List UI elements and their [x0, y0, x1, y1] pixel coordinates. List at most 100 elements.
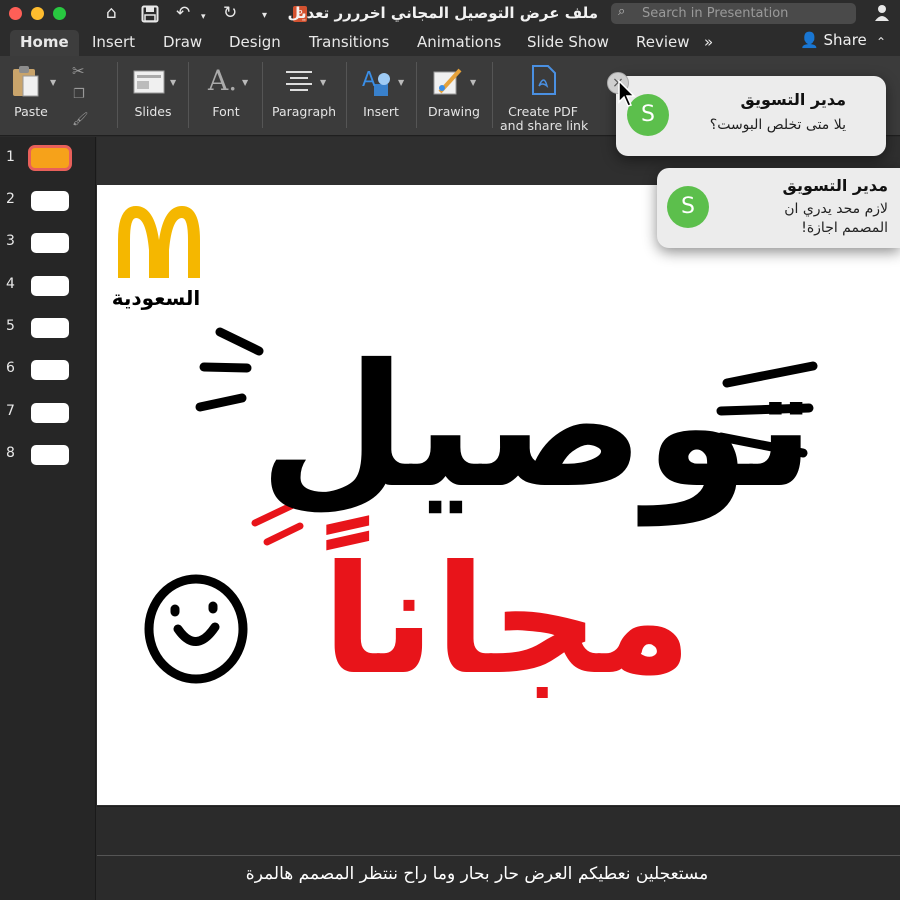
slide-number: 2: [6, 191, 15, 207]
sender-avatar: S: [667, 186, 709, 228]
tab-design[interactable]: Design: [229, 33, 281, 51]
slides-button[interactable]: ▼ Slides: [126, 56, 180, 136]
slide-thumbnail[interactable]: [31, 233, 69, 253]
notification-sender: مدير التسويق: [740, 90, 846, 109]
ribbon-tabs: Home Insert Draw Design Transitions Anim…: [0, 28, 900, 56]
drawing-label: Drawing: [428, 104, 480, 119]
slide-thumbnail[interactable]: [31, 445, 69, 465]
tab-animations[interactable]: Animations: [417, 33, 501, 51]
notification-message: لازم محد يدري ان المصمم اجازة!: [784, 200, 888, 238]
search-icon: ⌕: [618, 4, 626, 19]
paragraph-menu-chevron-icon[interactable]: ▼: [320, 78, 326, 87]
undo-icon[interactable]: ↶: [176, 3, 190, 23]
slide-number: 8: [6, 445, 15, 461]
slide-thumbnail[interactable]: [31, 318, 69, 338]
copy-icon[interactable]: ❐: [73, 87, 85, 102]
paragraph-align-icon: [286, 71, 312, 91]
drawing-menu-chevron-icon[interactable]: ▼: [470, 78, 476, 87]
slide-number: 1: [6, 149, 15, 165]
mouse-cursor-icon: [618, 80, 636, 107]
drawing-icon: [433, 68, 462, 95]
smiley-face-icon: [144, 574, 248, 684]
ribbon-separator: [346, 62, 347, 128]
ribbon-separator: [117, 62, 118, 128]
notification-message-line2: المصمم اجازة!: [801, 220, 888, 236]
font-label: Font: [212, 104, 240, 119]
format-painter-icon[interactable]: 🖌: [72, 112, 89, 127]
insert-label: Insert: [363, 104, 399, 119]
caption-text: مستعجلين نعطيكم العرض حار بحار وما راح ن…: [245, 864, 709, 884]
insert-button[interactable]: A ▼ Insert: [354, 56, 408, 136]
ribbon-separator: [416, 62, 417, 128]
headline-black-text: توصيل: [259, 328, 815, 527]
powerpoint-window: ⌂ ↶ ▾ ↻ ▾ P ملف عرض التوصيل المجاني اخرر…: [0, 0, 900, 900]
ribbon-separator: [492, 62, 493, 128]
message-notification[interactable]: S مدير التسويق لازم محد يدري ان المصمم ا…: [657, 168, 900, 248]
slide-thumbnail[interactable]: [31, 191, 69, 211]
paste-button[interactable]: ▼ Paste: [6, 56, 60, 136]
create-pdf-button[interactable]: Create PDF and share link: [500, 56, 589, 136]
collapse-ribbon-chevron-icon[interactable]: ⌃: [876, 35, 886, 49]
insert-menu-chevron-icon[interactable]: ▼: [398, 78, 404, 87]
pdf-share-icon: [532, 65, 556, 95]
font-menu-chevron-icon[interactable]: ▼: [242, 78, 248, 87]
headline-red-text: مجاناً: [322, 515, 692, 708]
notification-message: يلا متى تخلص البوست؟: [709, 117, 846, 133]
share-button[interactable]: 👤 Share: [800, 31, 867, 49]
create-pdf-label-line1: Create PDF: [508, 104, 578, 119]
cut-icon[interactable]: ✂: [72, 62, 85, 80]
slide-number: 7: [6, 403, 15, 419]
close-window-button[interactable]: [9, 7, 22, 20]
drawing-button[interactable]: ▼ Drawing: [424, 56, 484, 136]
search-placeholder: Search in Presentation: [642, 6, 789, 21]
save-icon[interactable]: [141, 5, 159, 28]
tab-draw[interactable]: Draw: [163, 33, 202, 51]
home-icon[interactable]: ⌂: [106, 3, 117, 23]
more-tabs-chevron-icon[interactable]: »: [704, 33, 713, 51]
slide-thumbnail-panel: 1 2 3 4 5 6 7 8: [0, 137, 96, 900]
divider: [97, 855, 900, 856]
create-pdf-label: Create PDF and share link: [500, 104, 589, 133]
font-icon: A.: [208, 64, 238, 97]
create-pdf-label-line2: and share link: [500, 118, 589, 133]
slide-thumbnail[interactable]: [31, 403, 69, 423]
slides-menu-chevron-icon[interactable]: ▼: [170, 78, 176, 87]
notification-message-line1: لازم محد يدري ان: [784, 201, 888, 217]
slide-thumbnail[interactable]: [31, 360, 69, 380]
slide-number: 6: [6, 360, 15, 376]
tab-insert[interactable]: Insert: [92, 33, 135, 51]
notification-sender: مدير التسويق: [782, 176, 888, 195]
slide-artwork: توصيل مجاناً: [144, 327, 818, 708]
slide-thumbnail[interactable]: [31, 276, 69, 296]
svg-text:A: A: [362, 67, 376, 91]
person-icon[interactable]: [874, 4, 890, 22]
minimize-window-button[interactable]: [31, 7, 44, 20]
slides-icon: [133, 70, 165, 94]
slides-label: Slides: [134, 104, 172, 119]
redo-icon[interactable]: ↻: [223, 3, 237, 23]
slide-number: 4: [6, 276, 15, 292]
paragraph-label: Paragraph: [271, 104, 337, 119]
message-notification[interactable]: S مدير التسويق يلا متى تخلص البوست؟: [616, 76, 886, 156]
slide-thumbnail-selected[interactable]: [28, 145, 72, 171]
customize-toolbar-chevron-icon[interactable]: ▾: [262, 6, 267, 26]
tab-home[interactable]: Home: [10, 30, 79, 56]
slide-number: 5: [6, 318, 15, 334]
paragraph-button[interactable]: ▼ Paragraph: [270, 56, 338, 136]
tab-review[interactable]: Review: [636, 33, 690, 51]
title-bar: ⌂ ↶ ▾ ↻ ▾ P ملف عرض التوصيل المجاني اخرر…: [0, 0, 900, 28]
tab-transitions[interactable]: Transitions: [309, 33, 389, 51]
emphasis-lines-left: [195, 327, 264, 412]
clipboard-icon: [13, 66, 39, 97]
maximize-window-button[interactable]: [53, 7, 66, 20]
add-person-icon: 👤: [800, 31, 819, 49]
search-box[interactable]: ⌕ Search in Presentation: [611, 3, 856, 24]
font-button[interactable]: A. ▼ Font: [198, 56, 254, 136]
tab-slide-show[interactable]: Slide Show: [527, 33, 609, 51]
paste-menu-chevron-icon[interactable]: ▼: [50, 78, 56, 87]
undo-menu-chevron-icon[interactable]: ▾: [201, 7, 206, 27]
document-title: ملف عرض التوصيل المجاني اخرررر تعديل: [287, 4, 598, 22]
notes-area[interactable]: [97, 806, 900, 900]
share-label: Share: [823, 31, 867, 49]
slide-number: 3: [6, 233, 15, 249]
